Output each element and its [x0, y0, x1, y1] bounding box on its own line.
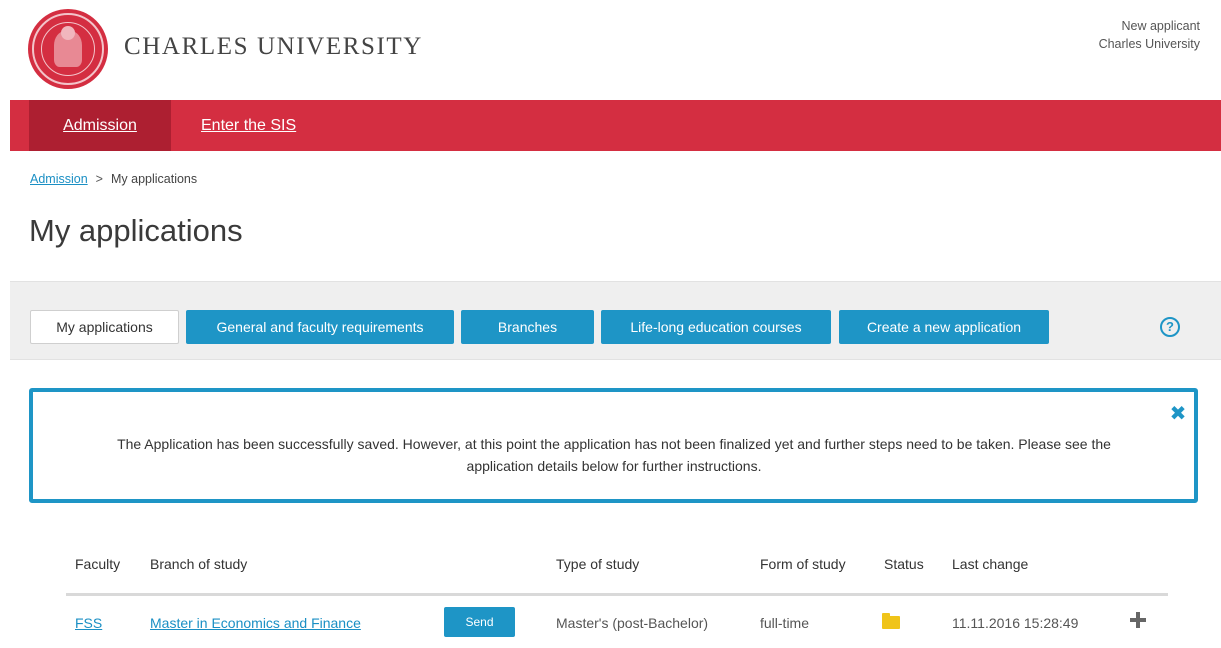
nav-item-enter-sis[interactable]: Enter the SIS	[201, 100, 296, 151]
breadcrumb-current: My applications	[110, 172, 198, 186]
tab-my-applications[interactable]: My applications	[30, 310, 179, 344]
life-long-education-courses-button[interactable]: Life-long education courses	[601, 310, 831, 344]
university-seal-logo[interactable]	[28, 9, 108, 89]
breadcrumb: Admission > My applications	[30, 172, 197, 186]
plus-icon[interactable]	[1128, 610, 1148, 630]
folder-icon	[882, 613, 900, 629]
column-header-faculty: Faculty	[75, 556, 121, 572]
brand-name[interactable]: CHARLES UNIVERSITY	[124, 33, 423, 61]
create-new-application-button[interactable]: Create a new application	[839, 310, 1049, 344]
seal-figure-head	[61, 26, 75, 40]
help-question-icon[interactable]: ?	[1160, 317, 1180, 337]
general-faculty-requirements-button[interactable]: General and faculty requirements	[186, 310, 454, 344]
column-header-branch: Branch of study	[150, 556, 248, 572]
alert-message: The Application has been successfully sa…	[117, 436, 1111, 474]
column-header-type: Type of study	[556, 556, 640, 572]
nav-item-admission[interactable]: Admission	[29, 100, 171, 151]
table-row: FSS Master in Economics and Finance Send…	[66, 596, 1168, 648]
site-header: CHARLES UNIVERSITY New applicant Charles…	[0, 0, 1221, 100]
form-of-study-value: full-time	[760, 615, 810, 631]
close-icon[interactable]: ✖	[1168, 404, 1188, 424]
column-header-status: Status	[884, 556, 924, 572]
breadcrumb-separator: >	[95, 172, 103, 186]
main-navbar: Admission Enter the SIS	[10, 100, 1221, 151]
type-of-study-value: Master's (post-Bachelor)	[556, 615, 709, 631]
branch-of-study-link[interactable]: Master in Economics and Finance	[150, 615, 361, 631]
user-name: New applicant	[1121, 19, 1200, 33]
column-header-form: Form of study	[760, 556, 846, 572]
table-header: Faculty Branch of study Type of study Fo…	[66, 548, 1168, 596]
breadcrumb-link-admission[interactable]: Admission	[30, 172, 88, 186]
page-title: My applications	[29, 213, 243, 248]
send-application-button[interactable]: Send	[444, 607, 515, 637]
faculty-link[interactable]: FSS	[75, 615, 102, 631]
user-info: New applicant Charles University	[1099, 17, 1200, 53]
last-change-value: 11.11.2016 15:28:49	[952, 615, 1079, 631]
user-organization: Charles University	[1098, 37, 1200, 51]
action-toolbar: My applications General and faculty requ…	[10, 281, 1221, 360]
column-header-last-change: Last change	[952, 556, 1029, 572]
applications-table: Faculty Branch of study Type of study Fo…	[66, 548, 1168, 648]
branches-button[interactable]: Branches	[461, 310, 594, 344]
save-notification-alert: ✖ The Application has been successfully …	[29, 388, 1198, 503]
